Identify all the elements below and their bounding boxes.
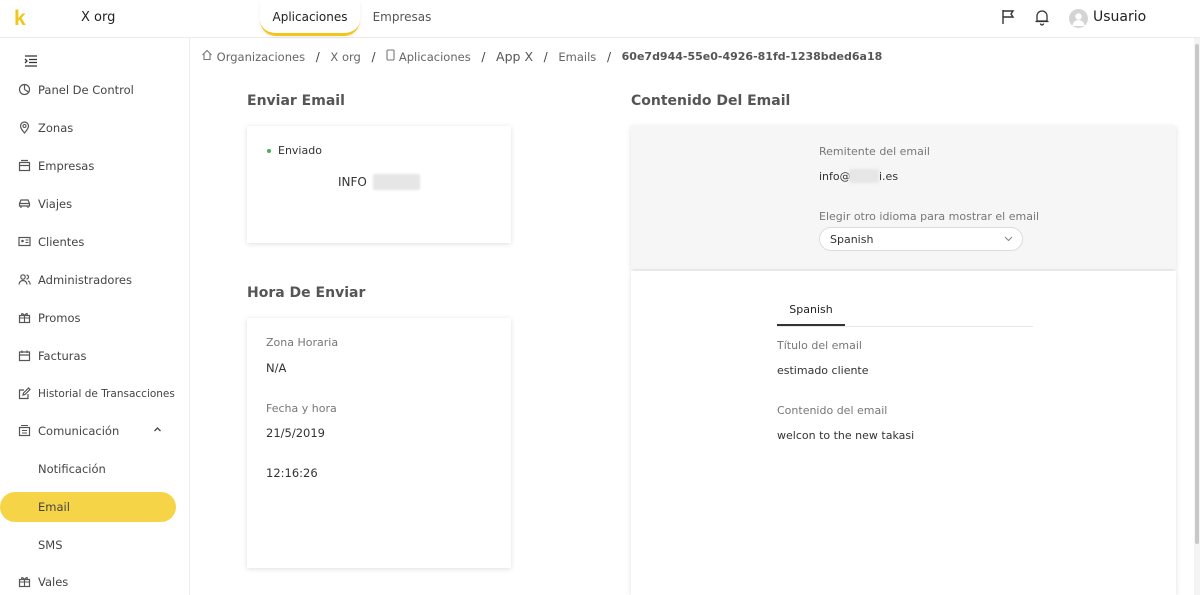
sidebar-item-label: Email	[38, 500, 70, 514]
sidebar-item-clientes[interactable]: Clientes	[0, 227, 190, 257]
flag-icon[interactable]	[1000, 8, 1018, 30]
breadcrumb-separator: /	[481, 49, 486, 64]
tab-aplicaciones[interactable]: Aplicaciones	[260, 0, 360, 36]
subject-value: estimado cliente	[777, 364, 869, 377]
sidebar-item-notificacion[interactable]: Notificación	[0, 454, 190, 484]
sidebar-item-promos[interactable]: Promos	[0, 303, 190, 333]
sidebar-item-label: Clientes	[38, 235, 85, 249]
sender-label: Remitente del email	[819, 145, 930, 158]
sidebar-item-label: Historial de Transacciones	[38, 388, 175, 400]
status-dot	[267, 149, 271, 153]
bell-icon[interactable]	[1034, 8, 1050, 30]
sidebar-item-vales[interactable]: Vales	[0, 567, 190, 595]
tab-underline-rule	[777, 326, 1033, 327]
location-pin-icon	[18, 121, 31, 134]
language-label: Elegir otro idioma para mostrar el email	[819, 210, 1040, 223]
sidebar-item-sms[interactable]: SMS	[0, 530, 190, 560]
communication-icon	[18, 424, 31, 437]
voucher-icon	[18, 575, 31, 588]
body-value: welcon to the new takasi	[777, 429, 915, 442]
send-status: Enviado	[278, 144, 322, 157]
timezone-label: Zona Horaria	[266, 336, 339, 349]
sidebar-item-label: Viajes	[38, 197, 73, 211]
sidebar-item-label: Comunicación	[38, 424, 120, 438]
avatar[interactable]	[1069, 9, 1088, 28]
sender-suffix: i.es	[879, 170, 899, 183]
redacted-block	[849, 169, 879, 183]
gift-icon	[18, 311, 31, 324]
breadcrumb-separator: /	[606, 49, 611, 64]
email-body-card: Spanish Título del email estimado client…	[631, 271, 1176, 595]
sidebar: Panel De Control Zonas Empresas Viajes C…	[0, 38, 190, 595]
breadcrumb-emails[interactable]: Emails	[558, 50, 596, 64]
phone-icon	[386, 49, 395, 64]
date-value: 21/5/2019	[266, 426, 325, 440]
breadcrumb-separator: /	[315, 49, 320, 64]
sidebar-item-zonas[interactable]: Zonas	[0, 113, 190, 143]
breadcrumb-app[interactable]: App X	[496, 49, 533, 64]
sender-prefix: info@	[819, 170, 851, 183]
sidebar-item-label: Vales	[38, 575, 69, 589]
breadcrumb-separator: /	[543, 49, 548, 64]
home-icon	[201, 49, 213, 64]
send-email-title: Enviar Email	[247, 93, 345, 109]
sidebar-item-label: Administradores	[38, 273, 132, 287]
breadcrumb-separator: /	[371, 49, 376, 64]
body-label: Contenido del email	[777, 404, 888, 417]
email-meta-card: Remitente del email info@ i.es Elegir ot…	[631, 126, 1176, 269]
breadcrumb: Organizaciones / X org / Aplicaciones / …	[201, 49, 882, 64]
edit-icon	[18, 387, 31, 400]
top-bar: k X org Aplicaciones Empresas Usuario	[0, 0, 1200, 38]
send-time-title: Hora De Enviar	[247, 285, 366, 301]
sidebar-item-viajes[interactable]: Viajes	[0, 189, 190, 219]
tab-spanish[interactable]: Spanish	[777, 299, 845, 326]
datetime-label: Fecha y hora	[266, 402, 337, 415]
sidebar-item-historial-de-transacciones[interactable]: Historial de Transacciones	[0, 379, 190, 409]
sender-name: INFO	[338, 175, 367, 189]
sidebar-item-panel-de-control[interactable]: Panel De Control	[0, 75, 190, 105]
sidebar-item-facturas[interactable]: Facturas	[0, 341, 190, 371]
sidebar-item-label: Promos	[38, 311, 81, 325]
sidebar-item-label: SMS	[38, 538, 63, 552]
sidebar-item-label: Panel De Control	[38, 83, 134, 97]
breadcrumb-org[interactable]: X org	[330, 50, 360, 64]
timezone-value: N/A	[266, 361, 287, 375]
send-time-card: Zona Horaria N/A Fecha y hora 21/5/2019 …	[247, 318, 511, 568]
tab-empresas[interactable]: Empresas	[362, 0, 442, 36]
id-card-icon	[18, 235, 31, 248]
admins-icon	[18, 273, 31, 286]
send-status-card: Enviado INFO	[247, 126, 511, 243]
breadcrumb-aplicaciones[interactable]: Aplicaciones	[399, 50, 471, 64]
chevron-up-icon[interactable]	[153, 425, 162, 437]
user-name[interactable]: Usuario	[1093, 9, 1146, 25]
sidebar-item-label: Notificación	[38, 462, 106, 476]
sidebar-item-label: Zonas	[38, 121, 74, 135]
invoice-icon	[18, 349, 31, 362]
breadcrumb-organizaciones[interactable]: Organizaciones	[217, 50, 305, 64]
breadcrumb-current-email-id: 60e7d944-55e0-4926-81fd-1238bded6a18	[621, 50, 883, 63]
sidebar-item-label: Facturas	[38, 349, 87, 363]
sidebar-item-administradores[interactable]: Administradores	[0, 265, 190, 295]
car-icon	[18, 197, 31, 210]
menu-collapse-icon[interactable]	[24, 52, 38, 71]
redacted-block	[373, 174, 420, 190]
sidebar-item-empresas[interactable]: Empresas	[0, 151, 190, 181]
email-content-title: Contenido Del Email	[631, 93, 791, 109]
chevron-down-icon	[1003, 233, 1014, 247]
sidebar-item-label: Empresas	[38, 159, 95, 173]
building-icon	[18, 159, 31, 172]
sidebar-item-email[interactable]: Email	[0, 492, 176, 522]
language-select-value: Spanish	[830, 233, 874, 246]
sidebar-item-comunicacion[interactable]: Comunicación	[0, 416, 190, 446]
scrollbar-thumb[interactable]	[1195, 44, 1199, 544]
language-select[interactable]: Spanish	[819, 227, 1023, 251]
time-value: 12:16:26	[266, 466, 318, 480]
dashboard-icon	[18, 83, 31, 96]
org-name[interactable]: X org	[81, 10, 115, 25]
page-scrollbar[interactable]	[1194, 38, 1200, 595]
app-logo[interactable]: k	[14, 7, 26, 31]
subject-label: Título del email	[777, 339, 862, 352]
